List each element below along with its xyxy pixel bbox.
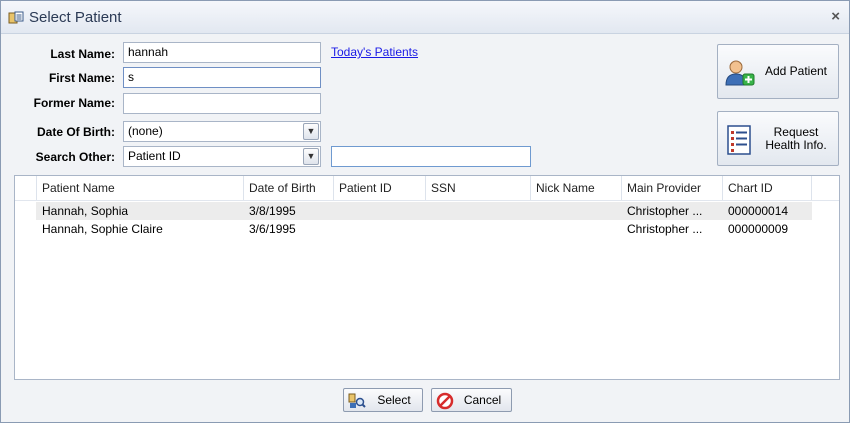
column-header-ssn[interactable]: SSN xyxy=(425,176,530,200)
add-patient-label: Add Patient xyxy=(764,64,828,78)
column-header-chart-id[interactable]: Chart ID xyxy=(722,176,812,200)
former-name-input[interactable] xyxy=(123,93,321,114)
chart-id-cell: 000000014 xyxy=(728,204,789,218)
date-of-birth-cell: 3/8/1995 xyxy=(249,204,296,218)
column-header-date-of-birth[interactable]: Date of Birth xyxy=(243,176,333,200)
patient-name-cell: Hannah, Sophie Claire xyxy=(42,222,163,236)
chevron-down-icon[interactable]: ▼ xyxy=(303,123,319,140)
cancel-button[interactable]: Cancel xyxy=(431,388,512,412)
ssn-cell xyxy=(425,202,530,220)
patient-name-cell: Hannah, Sophia xyxy=(42,204,129,218)
request-health-line2: Health Info. xyxy=(765,137,827,152)
patient-app-icon xyxy=(8,11,24,24)
select-patient-dialog: Select Patient × Last Name: First Name: … xyxy=(0,0,850,423)
close-icon[interactable]: × xyxy=(831,8,840,25)
request-health-line1: Request xyxy=(773,124,819,139)
todays-patients-link[interactable]: Today's Patients xyxy=(331,45,418,59)
title-bar: Select Patient × xyxy=(1,1,849,34)
date-of-birth-label: Date Of Birth: xyxy=(37,125,115,139)
request-health-info-button[interactable]: Request Health Info. xyxy=(717,111,839,166)
cancel-label: Cancel xyxy=(463,393,502,407)
patient-id-cell xyxy=(333,202,425,220)
column-header-nick-name[interactable]: Nick Name xyxy=(530,176,621,200)
table-row[interactable]: Hannah, Sophie Claire 3/6/1995 Christoph… xyxy=(36,220,812,238)
table-header: Patient Name Date of Birth Patient ID SS… xyxy=(15,176,839,201)
patient-results-table[interactable]: Patient Name Date of Birth Patient ID SS… xyxy=(14,175,840,380)
column-header-patient-id[interactable]: Patient ID xyxy=(333,176,425,200)
add-user-icon xyxy=(725,60,755,86)
add-patient-button[interactable]: Add Patient xyxy=(717,44,839,99)
table-row[interactable]: Hannah, Sophia 3/8/1995 Christopher ... … xyxy=(36,202,812,220)
first-name-label: First Name: xyxy=(48,71,115,85)
search-other-label: Search Other: xyxy=(35,150,115,164)
nick-name-cell xyxy=(530,220,621,238)
search-patient-icon xyxy=(348,393,366,408)
chart-id-cell: 000000009 xyxy=(728,222,789,236)
column-header-main-provider[interactable]: Main Provider xyxy=(621,176,722,200)
main-provider-cell: Christopher ... xyxy=(627,222,703,236)
chevron-down-icon[interactable]: ▼ xyxy=(303,148,319,165)
date-of-birth-value: (none) xyxy=(128,124,163,138)
cancel-icon xyxy=(436,392,454,410)
request-health-info-label: Request Health Info. xyxy=(758,112,834,165)
first-name-input[interactable]: s xyxy=(123,67,321,88)
list-icon xyxy=(727,125,751,155)
nick-name-cell xyxy=(530,202,621,220)
last-name-label: Last Name: xyxy=(50,47,115,61)
patient-id-cell xyxy=(333,220,425,238)
main-provider-cell: Christopher ... xyxy=(627,204,703,218)
date-of-birth-cell: 3/6/1995 xyxy=(249,222,296,236)
column-header-patient-name[interactable]: Patient Name xyxy=(36,176,243,200)
search-other-value: Patient ID xyxy=(128,149,181,163)
search-other-select[interactable]: Patient ID ▼ xyxy=(123,146,321,167)
last-name-input[interactable]: hannah xyxy=(123,42,321,63)
date-of-birth-select[interactable]: (none) ▼ xyxy=(123,121,321,142)
select-button[interactable]: Select xyxy=(343,388,423,412)
window-title: Select Patient xyxy=(29,9,122,26)
select-label: Select xyxy=(377,393,411,407)
former-name-label: Former Name: xyxy=(33,96,115,110)
ssn-cell xyxy=(425,220,530,238)
search-other-input[interactable] xyxy=(331,146,531,167)
